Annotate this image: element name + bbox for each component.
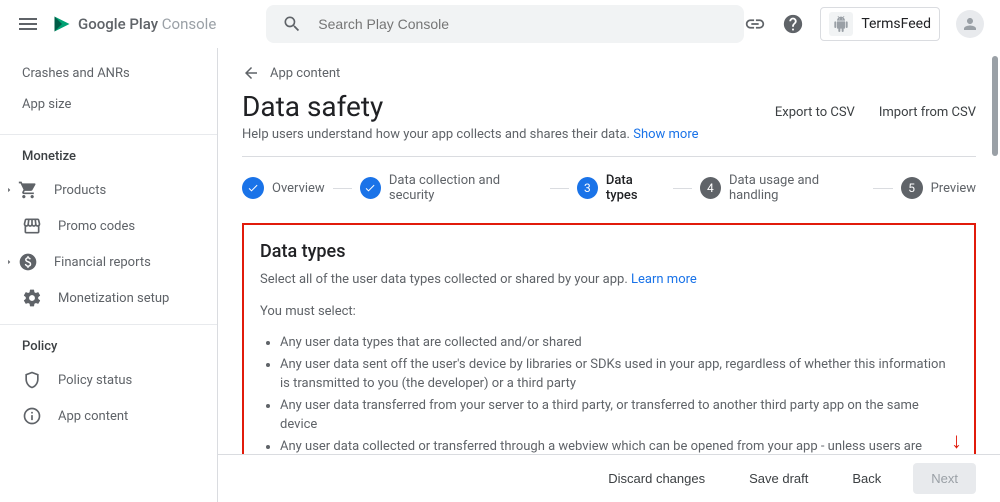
check-icon: [364, 182, 376, 194]
storefront-icon: [22, 216, 42, 236]
chevron-right-icon: [4, 185, 14, 195]
nav-monetization-setup[interactable]: Monetization setup: [0, 280, 217, 316]
link-icon[interactable]: [744, 13, 766, 35]
logo[interactable]: Google Play Console: [52, 14, 216, 34]
next-button[interactable]: Next: [913, 463, 976, 494]
nav-products[interactable]: Products: [0, 172, 217, 208]
step-preview[interactable]: 5Preview: [901, 177, 976, 199]
search-input[interactable]: [318, 16, 728, 32]
step-data-types[interactable]: 3Data types: [577, 173, 665, 203]
info-icon: [22, 406, 42, 426]
discard-button[interactable]: Discard changes: [596, 463, 717, 494]
nav-section-policy: Policy: [0, 324, 217, 362]
gear-icon: [22, 288, 42, 308]
step-data-usage[interactable]: 4Data usage and handling: [700, 173, 866, 203]
stepper: Overview Data collection and security 3D…: [242, 173, 976, 203]
learn-more-link[interactable]: Learn more: [631, 272, 697, 287]
search-icon: [282, 14, 302, 34]
logo-text: Google Play Console: [78, 15, 216, 33]
menu-icon[interactable]: [16, 12, 40, 36]
help-icon[interactable]: [782, 13, 804, 35]
list-item: Any user data types that are collected a…: [280, 333, 958, 353]
list-item: Any user data sent off the user's device…: [280, 355, 958, 394]
android-icon: [829, 12, 853, 36]
account-chip[interactable]: TermsFeed: [820, 7, 940, 41]
avatar[interactable]: [956, 10, 984, 38]
nav-section-monetize: Monetize: [0, 134, 217, 172]
dollar-icon: [18, 252, 38, 272]
account-name: TermsFeed: [861, 16, 931, 32]
import-csv[interactable]: Import from CSV: [879, 105, 976, 120]
main-content: App content Data safety Export to CSV Im…: [218, 48, 1000, 502]
chevron-right-icon: [4, 257, 14, 267]
check-icon: [247, 182, 259, 194]
play-console-logo-icon: [52, 14, 72, 34]
cart-icon: [18, 180, 38, 200]
nav-app-size[interactable]: App size: [0, 89, 217, 120]
show-more-link[interactable]: Show more: [633, 127, 698, 142]
list-item: Any user data transferred from your serv…: [280, 396, 958, 435]
scrollbar[interactable]: [992, 56, 998, 156]
nav-app-content[interactable]: App content: [0, 398, 217, 434]
sidebar: Crashes and ANRs App size Monetize Produ…: [0, 48, 218, 502]
export-csv[interactable]: Export to CSV: [775, 105, 855, 120]
page-title: Data safety: [242, 90, 383, 123]
back-arrow-icon: [242, 64, 260, 82]
breadcrumb[interactable]: App content: [242, 64, 976, 82]
footer-actions: Discard changes Save draft Back Next: [218, 454, 1000, 502]
back-button[interactable]: Back: [840, 463, 893, 494]
page-subtitle: Help users understand how your app colle…: [242, 127, 976, 142]
shield-icon: [22, 370, 42, 390]
nav-promo-codes[interactable]: Promo codes: [0, 208, 217, 244]
nav-policy-status[interactable]: Policy status: [0, 362, 217, 398]
save-draft-button[interactable]: Save draft: [737, 463, 820, 494]
step-overview[interactable]: Overview: [242, 177, 325, 199]
nav-crashes[interactable]: Crashes and ANRs: [0, 58, 217, 89]
search-bar[interactable]: [266, 5, 744, 43]
section-heading: Data types: [260, 241, 958, 262]
step-data-collection[interactable]: Data collection and security: [360, 173, 542, 203]
nav-financial[interactable]: Financial reports: [0, 244, 217, 280]
